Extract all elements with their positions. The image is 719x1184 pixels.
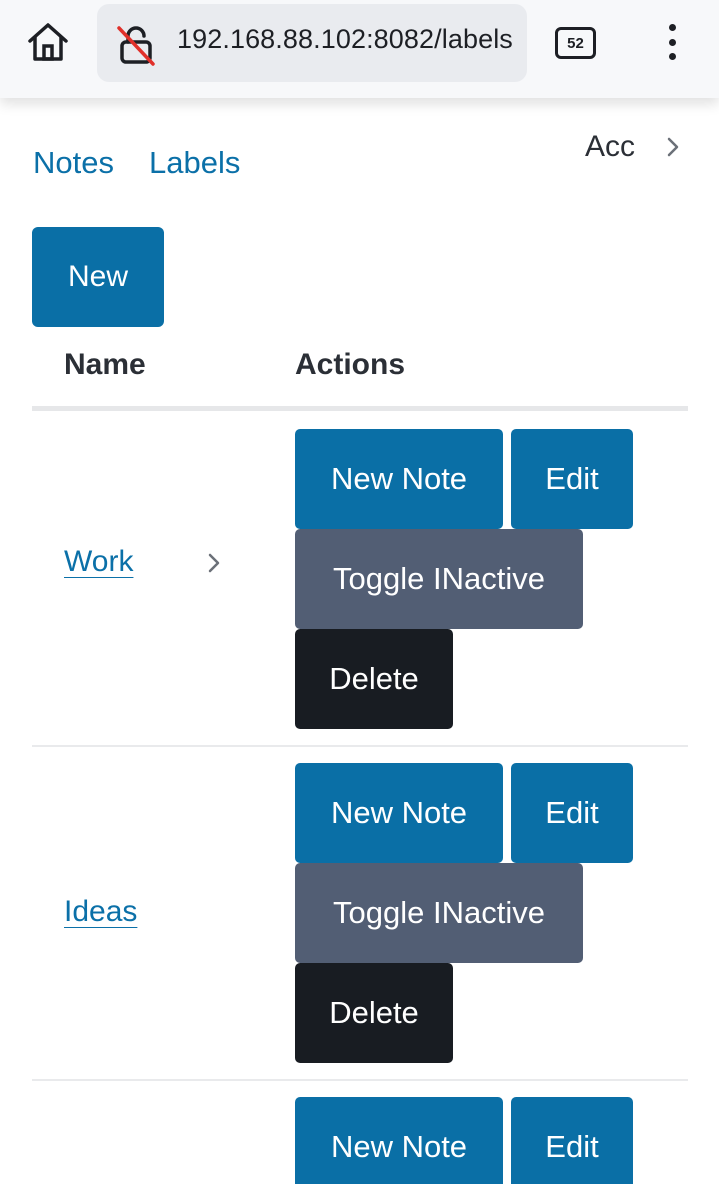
delete-button[interactable]: Delete [295,629,453,729]
label-link[interactable]: Work [64,545,133,579]
chevron-right-icon[interactable] [203,550,225,576]
insecure-lock-icon [117,26,155,66]
edit-button[interactable]: Edit [511,1097,633,1184]
account-menu[interactable]: Acc [585,130,635,164]
tab-count: 52 [567,34,584,52]
tab-switcher-button[interactable]: 52 [555,27,596,59]
home-button[interactable] [22,18,74,66]
new-note-button[interactable]: New Note [295,429,503,529]
address-bar[interactable]: 192.168.88.102:8082/labels [97,4,527,82]
column-header-actions: Actions [295,348,406,381]
table-header-divider [32,406,688,411]
delete-button[interactable]: Delete [295,963,453,1063]
new-note-button[interactable]: New Note [295,1097,503,1184]
toggle-inactive-button[interactable]: Toggle INactive [295,863,583,963]
new-label-button[interactable]: New [32,227,164,327]
nav-labels-link[interactable]: Labels [149,145,240,181]
url-text[interactable]: 192.168.88.102:8082/labels [177,24,513,55]
home-icon [28,23,68,61]
browser-toolbar: 192.168.88.102:8082/labels 52 [0,0,719,98]
nav-notes-link[interactable]: Notes [33,145,114,181]
edit-button[interactable]: Edit [511,429,633,529]
chevron-right-icon[interactable] [662,134,684,160]
row-divider [32,745,688,747]
column-header-name: Name [64,348,146,381]
more-vert-icon[interactable] [660,20,684,64]
row-divider [32,1079,688,1081]
label-link[interactable]: Ideas [64,895,137,929]
edit-button[interactable]: Edit [511,763,633,863]
toggle-inactive-button[interactable]: Toggle INactive [295,529,583,629]
new-note-button[interactable]: New Note [295,763,503,863]
